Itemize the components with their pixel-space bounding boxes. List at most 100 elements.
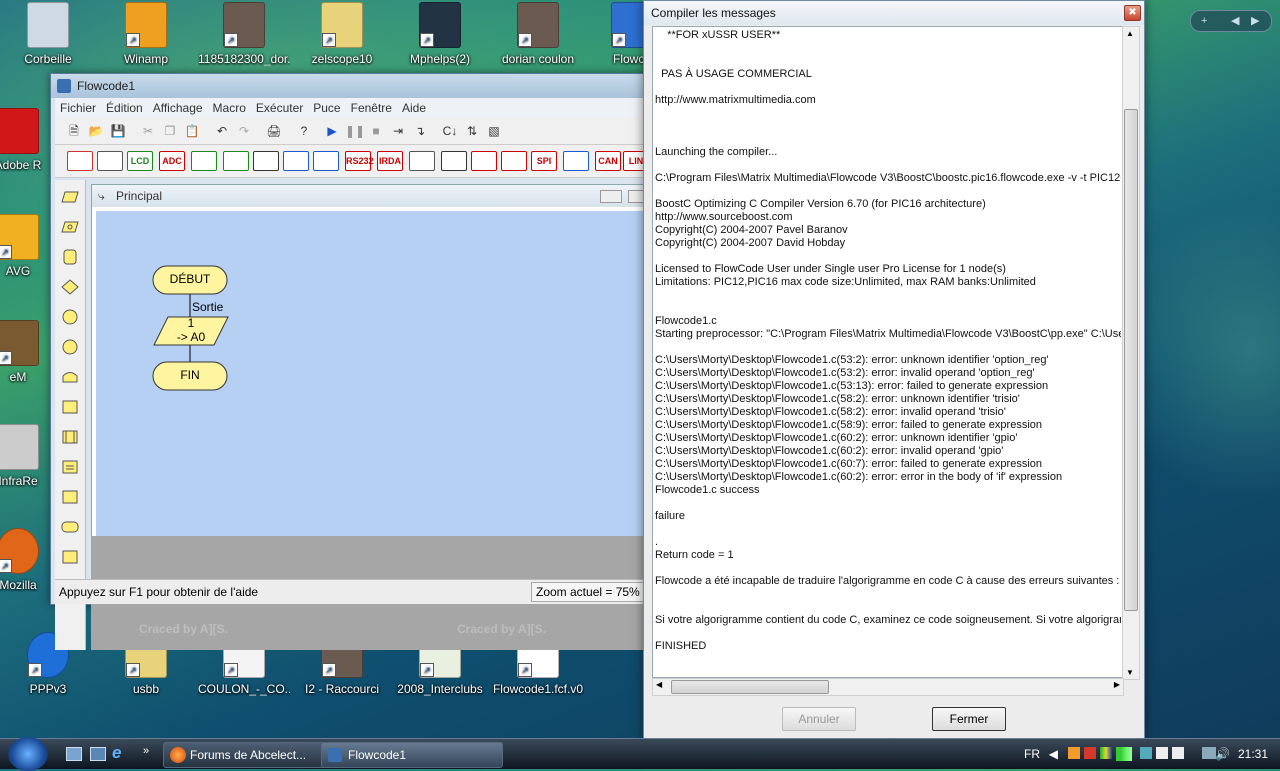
delay-icon[interactable] — [61, 248, 79, 266]
desktop-icon[interactable]: ↗ dorian coulon — [492, 2, 584, 66]
quick-launch-more-icon[interactable]: » — [143, 745, 149, 757]
goto-icon[interactable] — [61, 338, 79, 356]
step-over-icon[interactable]: ↴ — [411, 122, 429, 140]
desktop-icon[interactable]: ↗ zelscope10 — [296, 2, 388, 66]
scroll-down-icon[interactable]: ▼ — [1126, 668, 1134, 677]
desktop-icon[interactable]: Corbeille — [2, 2, 94, 66]
c-code-icon[interactable] — [61, 548, 79, 566]
menu-item[interactable]: Fichier — [55, 98, 101, 118]
task-firefox[interactable]: Forums de Abcelect... — [163, 742, 341, 768]
next-icon[interactable]: ▶ — [1251, 11, 1259, 31]
messages-textarea[interactable]: **FOR xUSSR USER** PAS À USAGE COMMERCIA… — [652, 26, 1124, 678]
switch-windows-icon[interactable] — [90, 747, 106, 761]
desktop-icon[interactable]: ↗ Mphelps(2) — [394, 2, 486, 66]
previous-icon[interactable]: ◀ — [1231, 11, 1239, 31]
horizontal-scrollbar[interactable]: ◀ ▶ — [652, 678, 1124, 696]
show-desktop-icon[interactable] — [66, 747, 82, 761]
principal-titlebar[interactable]: ⤷ Principal — [92, 185, 652, 207]
menu-item[interactable]: Affichage — [148, 98, 208, 118]
vertical-scroll-thumb[interactable] — [1124, 109, 1138, 611]
help-icon[interactable]: ? — [295, 122, 313, 140]
close-button[interactable]: Fermer — [932, 707, 1006, 731]
string-icon[interactable] — [61, 488, 79, 506]
pause-icon[interactable]: ❚❚ — [345, 122, 365, 140]
print-icon[interactable]: 🖨 — [265, 122, 283, 140]
input-icon[interactable] — [61, 188, 79, 206]
menu-item[interactable]: Macro — [208, 98, 251, 118]
menu-item[interactable]: Aide — [397, 98, 431, 118]
rs232-component-button[interactable]: RS232 — [345, 151, 374, 171]
scroll-up-icon[interactable]: ▲ — [1126, 29, 1134, 38]
flowchart-canvas[interactable]: DÉBUT Sortie 1 -> A0 FIN — [96, 211, 652, 537]
internet-explorer-icon[interactable]: e — [112, 743, 121, 763]
seven-segment-icon[interactable] — [191, 151, 217, 171]
calculation-icon[interactable] — [61, 458, 79, 476]
scroll-right-icon[interactable]: ▶ — [1114, 680, 1120, 689]
start-button[interactable] — [8, 737, 48, 771]
tray-app-icon[interactable] — [1140, 747, 1152, 759]
timer-icon[interactable] — [471, 151, 497, 171]
paste-icon[interactable]: 📋 — [183, 122, 201, 140]
stop-icon[interactable]: ■ — [367, 122, 385, 140]
sidebar-gadget-controls[interactable]: + ◀ ▶ — [1190, 10, 1272, 32]
compile-hex-icon[interactable]: ⇅ — [463, 122, 481, 140]
menu-item[interactable]: Édition — [101, 98, 148, 118]
internet-icon[interactable] — [283, 151, 309, 171]
grid-icon[interactable] — [563, 151, 589, 171]
cancel-button[interactable]: Annuler — [782, 707, 856, 731]
tray-app-icon[interactable] — [1068, 747, 1080, 759]
thermometer-icon[interactable] — [501, 151, 527, 171]
desktop-icon[interactable]: ↗ Winamp — [100, 2, 192, 66]
interrupt-icon[interactable] — [61, 518, 79, 536]
can-component-button[interactable]: CAN — [595, 151, 621, 171]
task-flowcode[interactable]: Flowcode1 — [321, 742, 503, 768]
signal-strength-icon[interactable] — [1116, 747, 1132, 761]
clock[interactable]: 21:31 — [1238, 739, 1268, 769]
cut-icon[interactable]: ✂ — [139, 122, 157, 140]
robot-icon[interactable] — [253, 151, 279, 171]
adc-component-button[interactable]: ADC — [159, 151, 185, 171]
component-macro-icon[interactable] — [61, 428, 79, 446]
menu-item[interactable]: Puce — [308, 98, 345, 118]
tray-app-icon[interactable] — [1172, 747, 1184, 759]
decision-icon[interactable] — [61, 278, 79, 296]
language-indicator[interactable]: FR — [1024, 739, 1040, 769]
lcd-component-button[interactable]: LCD — [127, 151, 153, 171]
output-icon[interactable] — [61, 218, 79, 236]
tray-app-icon[interactable] — [1084, 747, 1096, 759]
flowcode-titlebar[interactable]: Flowcode1 — [51, 74, 661, 98]
bluetooth-icon[interactable] — [313, 151, 339, 171]
desktop-icon[interactable]: ↗ 1185182300_dor... — [198, 2, 290, 66]
tray-expand-icon[interactable]: ◀ — [1049, 739, 1058, 769]
menu-item[interactable]: Fenêtre — [346, 98, 397, 118]
compile-chip-icon[interactable]: ▧ — [485, 122, 503, 140]
leds-icon[interactable] — [67, 151, 93, 171]
menu-item[interactable]: Exécuter — [251, 98, 308, 118]
horizontal-scroll-thumb[interactable] — [671, 680, 829, 694]
volume-icon[interactable]: 🔊 — [1215, 739, 1230, 769]
redo-icon[interactable]: ↷ — [235, 122, 253, 140]
minimize-button[interactable] — [600, 190, 622, 203]
save-icon[interactable]: 💾 — [109, 122, 127, 140]
vertical-scrollbar[interactable]: ▲ ▼ — [1122, 26, 1140, 680]
switches-icon[interactable] — [97, 151, 123, 171]
chip-icon[interactable] — [441, 151, 467, 171]
tray-app-icon[interactable] — [1100, 747, 1112, 759]
dialog-titlebar[interactable]: Compiler les messages ✖ — [644, 1, 1144, 25]
close-icon[interactable]: ✖ — [1124, 5, 1141, 21]
spi-component-button[interactable]: SPI — [531, 151, 557, 171]
run-icon[interactable]: ▶ — [323, 122, 341, 140]
tray-app-icon[interactable] — [1156, 747, 1168, 759]
eeprom-icon[interactable] — [409, 151, 435, 171]
step-into-icon[interactable]: ⇥ — [389, 122, 407, 140]
irda-component-button[interactable]: IRDA — [377, 151, 403, 171]
new-file-icon[interactable]: 🗎 — [65, 122, 83, 140]
loop-icon[interactable] — [61, 368, 79, 386]
undo-icon[interactable]: ↶ — [213, 122, 231, 140]
copy-icon[interactable]: ❐ — [161, 122, 179, 140]
open-folder-icon[interactable]: 📂 — [87, 122, 105, 140]
add-gadget-icon[interactable]: + — [1201, 11, 1207, 31]
keypad-icon[interactable] — [223, 151, 249, 171]
network-icon[interactable] — [1202, 747, 1216, 759]
connection-point-icon[interactable] — [61, 308, 79, 326]
